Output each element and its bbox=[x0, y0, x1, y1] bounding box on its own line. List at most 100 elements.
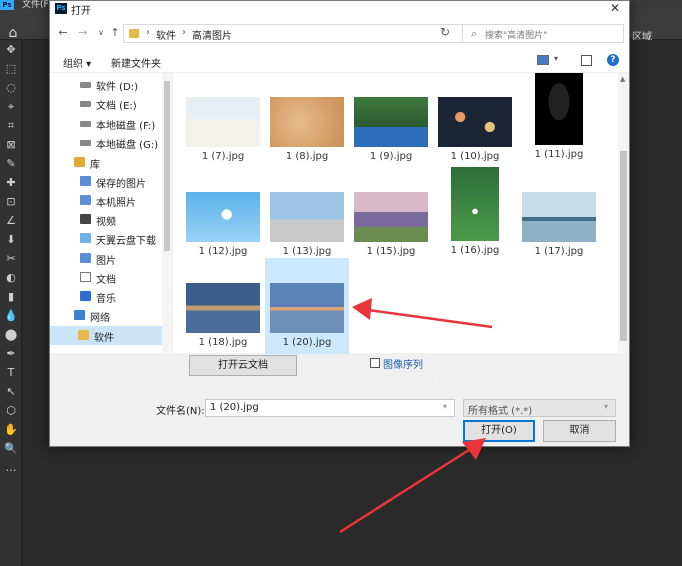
search-input[interactable]: ⌕ 搜索"高清图片" bbox=[462, 24, 624, 43]
file-item[interactable]: 1 (7).jpg bbox=[181, 91, 265, 185]
image-sequence-checkbox[interactable] bbox=[370, 358, 380, 368]
ps-tool-icon[interactable]: ⬇ bbox=[0, 230, 22, 249]
ps-menu-file[interactable]: 文件(F) bbox=[22, 0, 52, 10]
file-item[interactable]: 1 (20).jpg bbox=[265, 258, 349, 354]
scrollbar-thumb[interactable] bbox=[164, 81, 170, 251]
ps-tool-icon[interactable]: 💧 bbox=[0, 306, 22, 325]
help-icon[interactable]: ? bbox=[607, 54, 619, 66]
cancel-button[interactable]: 取消 bbox=[543, 420, 616, 442]
file-item[interactable]: 1 (15).jpg bbox=[349, 186, 433, 280]
file-format-select[interactable]: 所有格式 (*.*) bbox=[463, 399, 616, 417]
forward-arrow-icon[interactable]: → bbox=[76, 26, 90, 40]
ps-tool-icon[interactable]: ⌗ bbox=[0, 116, 22, 135]
ps-tool-icon[interactable]: ⊠ bbox=[0, 135, 22, 154]
ps-toolbar: ✥ ⬚ ◌ ⌖ ⌗ ⊠ ✎ ✚ ⊡ ∠ ⬇ ✂ ◐ ▮ 💧 ⬤ ✒ T ↖ ⬡ ✋ 🔍… bbox=[0, 40, 22, 566]
image-thumbnail bbox=[270, 97, 344, 147]
file-item[interactable]: 1 (16).jpg bbox=[433, 167, 517, 261]
refresh-icon[interactable]: ↻ bbox=[436, 25, 454, 41]
change-view-icon[interactable] bbox=[537, 55, 549, 65]
image-sequence-label[interactable]: 图像序列 bbox=[383, 356, 423, 371]
view-options-dropdown-icon[interactable]: ▾ bbox=[554, 54, 558, 63]
file-item[interactable]: 1 (12).jpg bbox=[181, 186, 265, 280]
folder-icon bbox=[78, 330, 89, 340]
navigation-pane: 软件 (D:) 文档 (E:) 本地磁盘 (F:) 本地磁盘 (G:) 库保存的图片本机… bbox=[50, 73, 172, 353]
file-name: 1 (7).jpg bbox=[201, 151, 245, 162]
format-dropdown-icon[interactable]: ▾ bbox=[604, 402, 608, 411]
library-icon bbox=[74, 157, 85, 167]
sidebar-item[interactable]: 软件 (D:) bbox=[50, 75, 162, 94]
address-bar[interactable]: › 软件 › 高清图片 ∨ bbox=[123, 24, 493, 43]
ps-tool-icon[interactable]: ✂ bbox=[0, 249, 22, 268]
ps-tool-icon[interactable]: ↖ bbox=[0, 382, 22, 401]
sidebar-item[interactable]: 天翼云盘下载 bbox=[50, 229, 162, 248]
close-button[interactable]: ✕ bbox=[605, 1, 625, 17]
sidebar-item-label: 本机照片 bbox=[96, 198, 136, 209]
sidebar-item-label: 天翼云盘下载 bbox=[96, 236, 156, 247]
ps-tool-icon[interactable]: ⬤ bbox=[0, 325, 22, 344]
scrollbar-thumb[interactable] bbox=[620, 151, 627, 341]
ps-tool-icon[interactable]: ⬡ bbox=[0, 401, 22, 420]
dialog-titlebar[interactable]: Ps 打开 ✕ bbox=[50, 1, 629, 17]
breadcrumb-hd-pictures[interactable]: 高清图片 bbox=[192, 27, 232, 42]
file-item[interactable]: 1 (11).jpg bbox=[517, 73, 601, 167]
drive-icon bbox=[80, 82, 91, 88]
file-item[interactable]: 1 (8).jpg bbox=[265, 91, 349, 185]
filename-input[interactable]: 1 (20).jpg bbox=[205, 399, 455, 417]
command-bar: 组织 ▾ 新建文件夹 ▾ ? bbox=[50, 49, 629, 73]
open-button[interactable]: 打开(O) bbox=[463, 420, 535, 442]
network-icon bbox=[74, 310, 85, 320]
sidebar-item[interactable]: 文档 bbox=[50, 268, 162, 287]
music-icon bbox=[80, 291, 91, 301]
recent-locations-dropdown-icon[interactable]: ∨ bbox=[94, 26, 108, 40]
filename-dropdown-icon[interactable]: ▾ bbox=[443, 402, 447, 411]
file-list: 1 (7).jpg 1 (8).jpg 1 (9).jpg 1 (10).jpg 1 (… bbox=[173, 73, 629, 354]
ps-tool-icon[interactable]: ⌖ bbox=[0, 97, 22, 116]
ps-tool-icon[interactable]: ✒ bbox=[0, 344, 22, 363]
ps-tool-icon[interactable]: … bbox=[0, 458, 22, 477]
breadcrumb-software[interactable]: 软件 bbox=[156, 27, 176, 42]
new-folder-button[interactable]: 新建文件夹 bbox=[111, 55, 161, 70]
sidebar-item-label: 网络 bbox=[90, 313, 110, 324]
sidebar-item[interactable]: 本地磁盘 (G:) bbox=[50, 133, 162, 152]
back-arrow-icon[interactable]: ← bbox=[56, 26, 70, 40]
up-arrow-icon[interactable]: ↑ bbox=[108, 26, 122, 40]
sidebar-item[interactable]: 文档 (E:) bbox=[50, 94, 162, 113]
image-thumbnail bbox=[270, 283, 344, 333]
file-name: 1 (10).jpg bbox=[450, 151, 500, 162]
preview-pane-icon[interactable] bbox=[581, 55, 592, 66]
sidebar-item[interactable]: 视频 bbox=[50, 210, 162, 229]
ps-tool-icon[interactable]: ⊡ bbox=[0, 192, 22, 211]
ps-tool-icon[interactable]: ∠ bbox=[0, 211, 22, 230]
ps-tool-icon[interactable]: T bbox=[0, 363, 22, 382]
sidebar-item[interactable]: 软件 bbox=[50, 326, 162, 345]
sidebar-item[interactable]: 本地磁盘 (F:) bbox=[50, 114, 162, 133]
ps-tool-icon[interactable]: ✎ bbox=[0, 154, 22, 173]
sidebar-item-label: 保存的图片 bbox=[96, 179, 146, 190]
navigation-pane-scrollbar[interactable] bbox=[162, 73, 172, 353]
scroll-up-icon[interactable]: ▲ bbox=[620, 75, 625, 83]
ps-tool-icon[interactable]: ◌ bbox=[0, 78, 22, 97]
sidebar-item[interactable]: 本机照片 bbox=[50, 191, 162, 210]
ps-tool-icon[interactable]: ▮ bbox=[0, 287, 22, 306]
file-item[interactable]: 1 (9).jpg bbox=[349, 91, 433, 185]
file-item[interactable]: 1 (17).jpg bbox=[517, 186, 601, 280]
sidebar-item[interactable]: 图片 bbox=[50, 249, 162, 268]
ps-tool-icon[interactable]: ⬚ bbox=[0, 59, 22, 78]
video-icon bbox=[80, 214, 91, 224]
drive-icon bbox=[80, 101, 91, 107]
organize-button[interactable]: 组织 ▾ bbox=[63, 55, 91, 70]
file-list-scrollbar[interactable]: ▲ bbox=[618, 73, 629, 353]
ps-tool-icon[interactable]: ◐ bbox=[0, 268, 22, 287]
ps-tool-icon[interactable]: ✋ bbox=[0, 420, 22, 439]
sidebar-item[interactable]: 音乐 bbox=[50, 287, 162, 306]
sidebar-item[interactable]: 库 bbox=[50, 153, 162, 172]
file-name: 1 (12).jpg bbox=[198, 246, 248, 257]
dialog-title: 打开 bbox=[71, 6, 91, 17]
ps-tool-icon[interactable]: ✚ bbox=[0, 173, 22, 192]
sidebar-item[interactable]: 网络 bbox=[50, 306, 162, 325]
ps-tool-icon[interactable]: ✥ bbox=[0, 40, 22, 59]
pictures-icon bbox=[80, 253, 91, 263]
ps-tool-icon[interactable]: 🔍 bbox=[0, 439, 22, 458]
open-cloud-document-button[interactable]: 打开云文档 bbox=[189, 355, 297, 376]
sidebar-item[interactable]: 保存的图片 bbox=[50, 172, 162, 191]
